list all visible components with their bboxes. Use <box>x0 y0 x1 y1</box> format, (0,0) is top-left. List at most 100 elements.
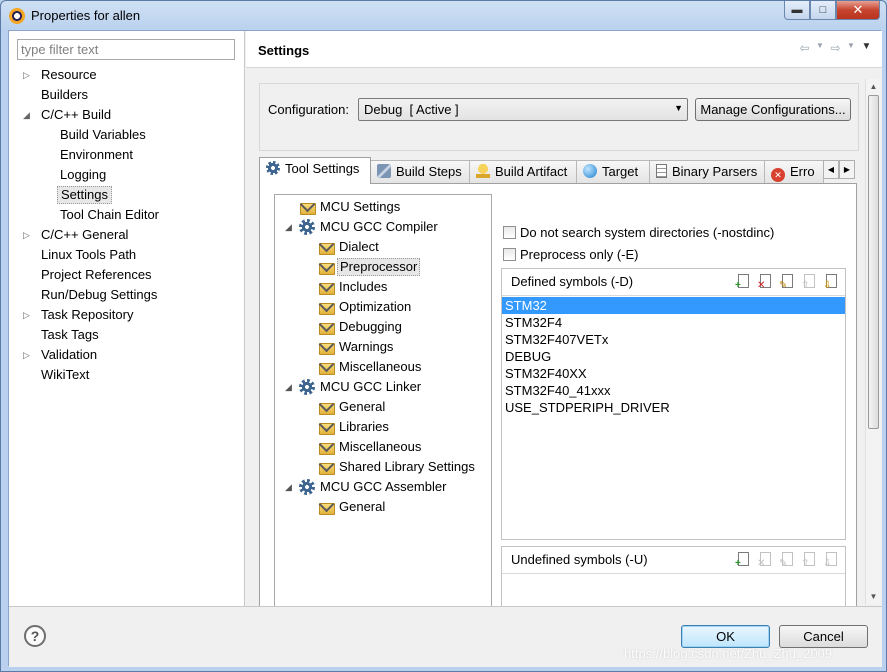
add-symbol-icon[interactable]: + <box>735 551 753 569</box>
ok-button[interactable]: OK <box>681 625 770 648</box>
list-item[interactable]: USE_STDPERIPH_DRIVER <box>502 399 845 416</box>
undefined-symbols-header: Undefined symbols (-U) + ✕ ✎ ⇧ ⇩ <box>502 547 845 574</box>
sidebar-item-label: Linux Tools Path <box>41 247 137 262</box>
filter-input[interactable] <box>17 39 235 60</box>
back-dropdown-icon[interactable]: ▼ <box>816 41 824 55</box>
folder-icon <box>318 419 335 435</box>
defined-symbols-list[interactable]: STM32 STM32F4 STM32F407VETx DEBUG STM32F40XX… <box>502 297 845 416</box>
preference-tree: ▷ Resource Builders ◢ C/C++ Build Build Varia… <box>9 65 245 385</box>
sidebar-item[interactable]: Project References <box>9 265 245 285</box>
tool-tree-item-label: Debugging <box>339 319 402 334</box>
folder-icon <box>318 399 335 415</box>
tab-scroll-right-button[interactable]: ▶ <box>839 160 855 179</box>
sidebar-item[interactable]: Builders <box>9 85 245 105</box>
delete-symbol-icon[interactable]: ✕ <box>757 551 775 569</box>
scrollbar-thumb[interactable] <box>868 95 879 429</box>
list-item[interactable]: STM32F4 <box>502 314 845 331</box>
close-button[interactable]: ✕ <box>836 1 880 20</box>
collapsed-twistie-icon[interactable]: ▷ <box>23 345 33 365</box>
sidebar-item[interactable]: Task Tags <box>9 325 245 345</box>
tab-label: Erro <box>790 164 815 179</box>
nostdinc-option[interactable]: Do not search system directories (-nostd… <box>503 223 774 243</box>
tool-tree-item-label: MCU Settings <box>320 199 401 214</box>
move-down-icon[interactable]: ⇩ <box>823 551 841 569</box>
list-item[interactable]: STM32 <box>502 297 845 314</box>
tab-tool-settings[interactable]: Tool Settings <box>259 157 371 184</box>
folder-icon <box>318 299 335 315</box>
maximize-icon: □ <box>819 4 827 16</box>
sidebar-item[interactable]: Tool Chain Editor <box>9 205 245 225</box>
tab-label: Build Steps <box>396 164 462 179</box>
sidebar-item[interactable]: ▷ Resource <box>9 65 245 85</box>
title-bar[interactable]: Properties for allen ▬ □ ✕ <box>1 1 886 29</box>
tab-build-artifact[interactable]: Build Artifact <box>469 160 577 183</box>
nostdinc-checkbox[interactable] <box>503 226 516 239</box>
expanded-twistie-icon[interactable]: ◢ <box>23 105 33 125</box>
tool-tree-item-label: General <box>339 499 386 514</box>
tab-label: Build Artifact <box>495 164 568 179</box>
tool-tree-item-label: Warnings <box>339 339 394 354</box>
sidebar-item[interactable]: ▷ Task Repository <box>9 305 245 325</box>
list-item[interactable]: STM32F407VETx <box>502 331 845 348</box>
defined-symbols-header: Defined symbols (-D) + ✕ ✎ ⇧ ⇩ <box>502 269 845 296</box>
sidebar-item[interactable]: Environment <box>9 145 245 165</box>
preprocess-only-label: Preprocess only (-E) <box>520 247 639 262</box>
move-up-icon[interactable]: ⇧ <box>801 551 819 569</box>
minimize-button[interactable]: ▬ <box>784 1 810 20</box>
sidebar-item-label: Resource <box>41 67 97 82</box>
back-arrow-icon[interactable]: ⇦ <box>797 41 812 55</box>
add-symbol-icon[interactable]: + <box>735 273 753 291</box>
view-menu-icon[interactable]: ▼ <box>859 41 874 55</box>
expanded-twistie-icon[interactable]: ◢ <box>285 477 292 497</box>
forward-arrow-icon[interactable]: ⇨ <box>828 41 843 55</box>
tab-error-parsers[interactable]: ✕ Erro <box>764 160 824 183</box>
configuration-select[interactable]: Debug [ Active ] ▼ <box>358 98 688 121</box>
list-item[interactable]: STM32F40_41xxx <box>502 382 845 399</box>
collapsed-twistie-icon[interactable]: ▷ <box>23 305 33 325</box>
cancel-button[interactable]: Cancel <box>779 625 868 648</box>
collapsed-twistie-icon[interactable]: ▷ <box>23 65 33 85</box>
scroll-down-icon[interactable]: ▼ <box>866 589 881 604</box>
scroll-up-icon[interactable]: ▲ <box>866 79 881 94</box>
close-icon: ✕ <box>852 2 864 17</box>
maximize-button[interactable]: □ <box>810 1 836 20</box>
edit-symbol-icon[interactable]: ✎ <box>779 273 797 291</box>
preprocess-only-option[interactable]: Preprocess only (-E) <box>503 245 638 265</box>
sidebar-item-label: Task Repository <box>41 307 134 322</box>
sidebar-item[interactable]: ▷ Validation <box>9 345 245 365</box>
help-icon[interactable]: ? <box>24 625 46 647</box>
sidebar-item[interactable]: Settings <box>9 185 245 205</box>
preprocess-only-checkbox[interactable] <box>503 248 516 261</box>
expanded-twistie-icon[interactable]: ◢ <box>285 217 292 237</box>
manage-configurations-button[interactable]: Manage Configurations... <box>695 98 851 121</box>
edit-symbol-icon[interactable]: ✎ <box>779 551 797 569</box>
sidebar-item[interactable]: Logging <box>9 165 245 185</box>
sidebar-item-label: Build Variables <box>60 127 146 142</box>
folder-icon <box>318 259 335 275</box>
sidebar-item[interactable]: Linux Tools Path <box>9 245 245 265</box>
window-controls: ▬ □ ✕ <box>784 1 880 20</box>
tab-target[interactable]: Target <box>576 160 650 183</box>
page-vertical-scrollbar[interactable]: ▲ ▼ <box>865 79 880 604</box>
defined-symbols-title: Defined symbols (-D) <box>511 274 634 289</box>
list-item[interactable]: DEBUG <box>502 348 845 365</box>
tab-scroll-left-button[interactable]: ◀ <box>823 160 839 179</box>
tab-build-steps[interactable]: Build Steps <box>370 160 470 183</box>
sidebar-item[interactable]: WikiText <box>9 365 245 385</box>
move-down-icon[interactable]: ⇩ <box>823 273 841 291</box>
move-up-icon[interactable]: ⇧ <box>801 273 819 291</box>
delete-symbol-icon[interactable]: ✕ <box>757 273 775 291</box>
tool-tree-item-label: Includes <box>339 279 388 294</box>
list-item[interactable]: STM32F40XX <box>502 365 845 382</box>
sidebar-item[interactable]: ▷ C/C++ General <box>9 225 245 245</box>
forward-dropdown-icon[interactable]: ▼ <box>847 41 855 55</box>
tab-binary-parsers[interactable]: Binary Parsers <box>649 160 765 183</box>
sidebar-item[interactable]: Build Variables <box>9 125 245 145</box>
collapsed-twistie-icon[interactable]: ▷ <box>23 225 33 245</box>
sidebar-item[interactable]: ◢ C/C++ Build <box>9 105 245 125</box>
sidebar-item-label: WikiText <box>41 367 90 382</box>
sidebar-item[interactable]: Run/Debug Settings <box>9 285 245 305</box>
expanded-twistie-icon[interactable]: ◢ <box>285 377 292 397</box>
history-controls: ⇦ ▼ ⇨ ▼ ▼ <box>797 41 874 55</box>
tool-tree-item-label: Preprocessor <box>337 258 421 276</box>
